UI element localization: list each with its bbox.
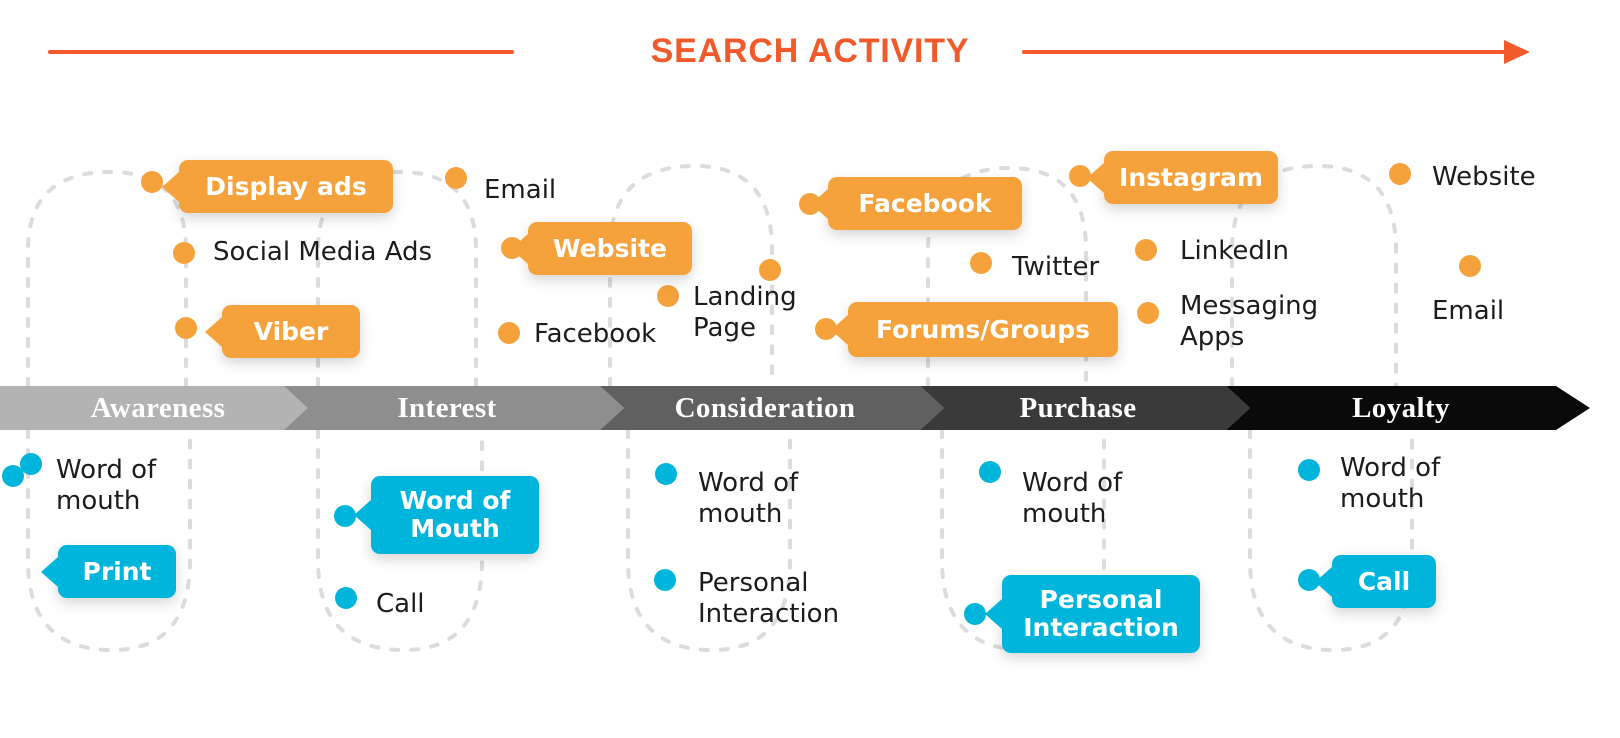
pill-display-ads[interactable]: Display ads <box>179 160 393 213</box>
pill-viber[interactable]: Viber <box>222 305 360 358</box>
pill-label: Facebook <box>858 188 992 218</box>
pill-label: Website <box>553 233 667 263</box>
funnel-stage-label: Consideration <box>674 391 856 424</box>
pill-label: Display ads <box>205 171 367 201</box>
funnel-stage-interest[interactable]: Interest <box>284 386 624 430</box>
funnel-stage-purchase[interactable]: Purchase <box>920 386 1250 430</box>
pill-word-of-mouth-interest[interactable]: Word of Mouth <box>371 476 539 554</box>
label-twitter: Twitter <box>1012 252 1100 282</box>
label-linkedin: LinkedIn <box>1180 236 1289 266</box>
label-personal-interaction-consideration: Personal Interaction <box>698 568 840 629</box>
label-facebook-interest: Facebook <box>534 319 657 349</box>
funnel-stage-consideration[interactable]: Consideration <box>600 386 944 430</box>
pill-label: Print <box>82 556 152 586</box>
pill-label: Personal Interaction <box>1023 585 1179 642</box>
label-website-loyalty: Website <box>1432 162 1536 192</box>
label-social-media-ads: Social Media Ads <box>213 237 433 267</box>
pill-label: Word of Mouth <box>399 486 511 543</box>
pill-label: Call <box>1357 566 1411 596</box>
label-call-interest: Call <box>376 589 425 619</box>
label-email-loyalty: Email <box>1432 296 1505 326</box>
pill-website[interactable]: Website <box>528 222 692 275</box>
label-wom-loyalty: Word of mouth <box>1340 453 1441 514</box>
pill-forums-groups[interactable]: Forums/Groups <box>848 302 1118 357</box>
funnel-stage-awareness[interactable]: Awareness <box>0 386 330 430</box>
label-wom-consideration: Word of mouth <box>698 468 799 529</box>
funnel-bar: Awareness Interest Consideration Purchas… <box>0 386 1620 430</box>
pill-label: Viber <box>253 316 329 346</box>
funnel-diagram: SEARCH ACTIVITY Awareness Interest Consi… <box>0 0 1620 738</box>
pill-label: Instagram <box>1119 162 1263 192</box>
label-wom-purchase: Word of mouth <box>1022 468 1123 529</box>
funnel-stage-label: Awareness <box>90 391 226 424</box>
funnel-stage-label: Purchase <box>1019 391 1137 424</box>
pill-personal-interaction-purchase[interactable]: Personal Interaction <box>1002 575 1200 653</box>
label-wom-awareness: Word of mouth <box>56 455 157 516</box>
funnel-stage-label: Loyalty <box>1352 391 1450 424</box>
pill-call-loyalty[interactable]: Call <box>1332 555 1436 608</box>
pill-print[interactable]: Print <box>58 545 176 598</box>
pill-facebook[interactable]: Facebook <box>828 177 1022 230</box>
label-email-interest: Email <box>484 175 557 205</box>
pill-label: Forums/Groups <box>875 314 1091 344</box>
funnel-stage-label: Interest <box>397 391 497 424</box>
label-landing-page: Landing Page <box>693 282 797 343</box>
label-messaging-apps: Messaging Apps <box>1180 291 1319 352</box>
pill-instagram[interactable]: Instagram <box>1104 151 1278 204</box>
funnel-stage-loyalty[interactable]: Loyalty <box>1226 386 1590 430</box>
